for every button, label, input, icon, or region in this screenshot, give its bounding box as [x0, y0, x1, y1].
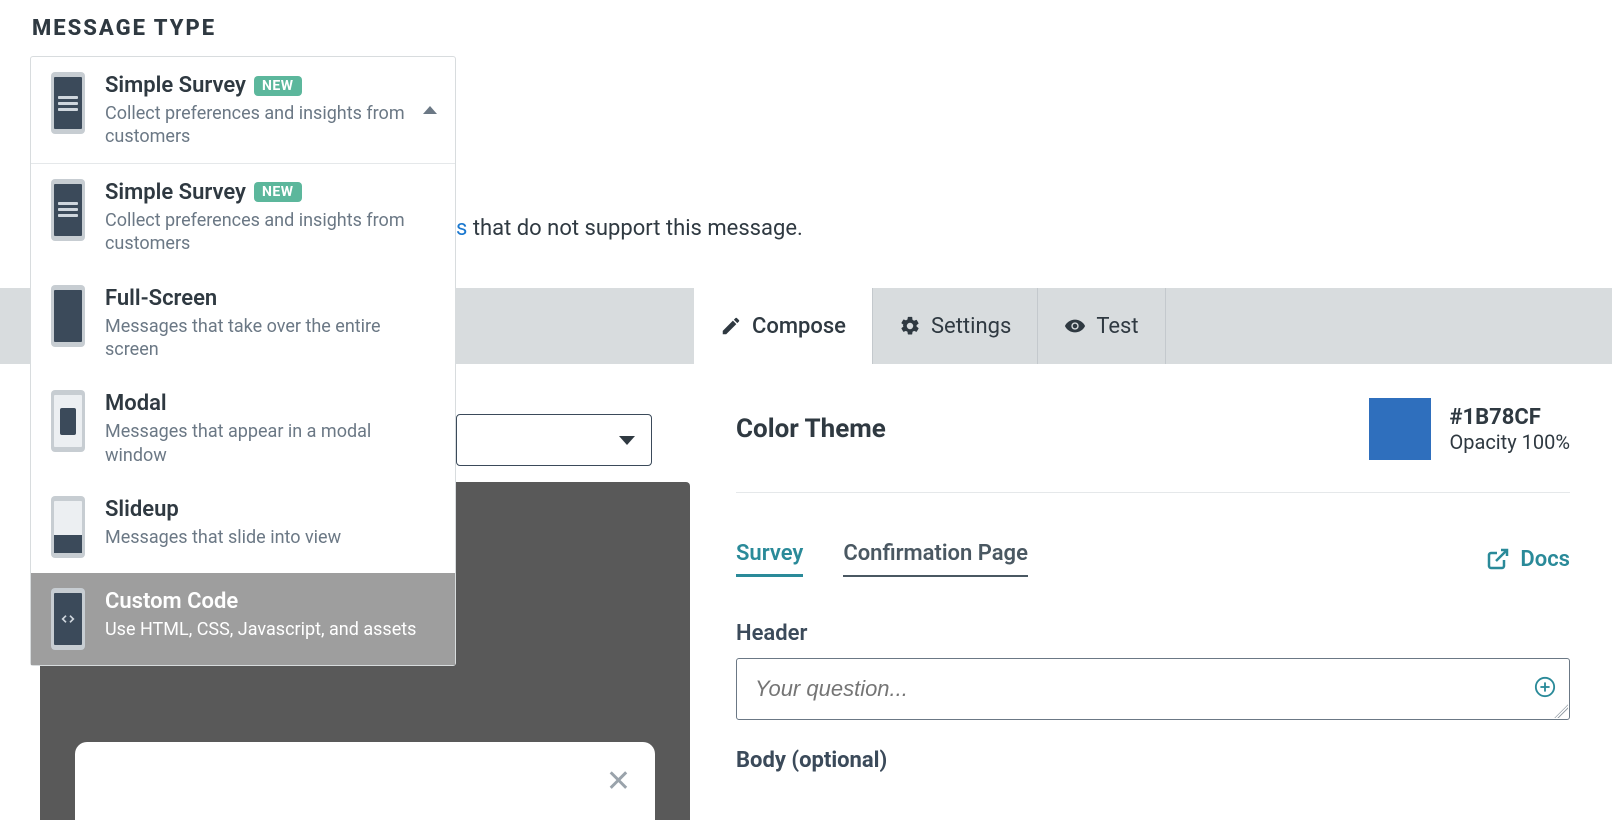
editor-tabs: Compose Settings Test: [694, 288, 1612, 364]
option-desc: Messages that slide into view: [105, 526, 405, 549]
option-title: Custom Code: [105, 589, 238, 614]
option-desc: Messages that take over the entire scree…: [105, 315, 405, 362]
option-title: Full-Screen: [105, 286, 217, 311]
subtab-survey[interactable]: Survey: [736, 541, 803, 577]
option-full-screen[interactable]: Full-Screen Messages that take over the …: [31, 270, 455, 376]
option-title: Slideup: [105, 497, 179, 522]
platforms-link-fragment[interactable]: s: [456, 216, 467, 241]
eye-icon: [1064, 315, 1086, 337]
selected-desc: Collect preferences and insights from cu…: [105, 102, 405, 149]
tab-label: Settings: [931, 314, 1011, 339]
docs-label: Docs: [1520, 547, 1570, 572]
selected-title: Simple Survey: [105, 73, 246, 98]
option-modal[interactable]: Modal Messages that appear in a modal wi…: [31, 375, 455, 481]
color-hex: #1B78CF: [1449, 405, 1570, 430]
tab-label: Compose: [752, 314, 846, 339]
modal-preview-icon: [49, 389, 87, 453]
body-field-label: Body (optional): [736, 748, 1570, 773]
new-badge: NEW: [254, 76, 302, 96]
resize-grip-icon[interactable]: [1554, 704, 1568, 718]
option-slideup[interactable]: Slideup Messages that slide into view: [31, 481, 455, 573]
gear-icon: [899, 315, 921, 337]
docs-link[interactable]: Docs: [1486, 547, 1570, 572]
survey-preview-icon: [49, 71, 87, 135]
color-theme-row: Color Theme #1B78CF Opacity 100%: [736, 398, 1570, 493]
option-title: Simple Survey: [105, 180, 246, 205]
option-desc: Use HTML, CSS, Javascript, and assets: [105, 618, 437, 641]
survey-preview-icon: [49, 178, 87, 242]
header-field-label: Header: [736, 621, 1570, 646]
editor-panel: Compose Settings Test Color Theme #1B78C…: [694, 288, 1612, 820]
pencil-icon: [720, 315, 742, 337]
tab-label: Test: [1096, 314, 1138, 339]
message-type-label: MESSAGE TYPE: [32, 16, 216, 41]
chevron-up-icon: [423, 106, 437, 114]
new-badge: NEW: [254, 182, 302, 202]
color-theme-title: Color Theme: [736, 414, 886, 444]
code-preview-icon: [49, 587, 87, 651]
option-title: Modal: [105, 391, 167, 416]
plus-circle-icon[interactable]: [1534, 676, 1556, 702]
slideup-preview-icon: [49, 495, 87, 559]
tab-compose[interactable]: Compose: [694, 288, 873, 364]
warning-text: s that do not support this message.: [456, 216, 803, 241]
header-input[interactable]: [736, 658, 1570, 720]
option-desc: Messages that appear in a modal window: [105, 420, 405, 467]
tab-settings[interactable]: Settings: [873, 288, 1038, 364]
tab-test[interactable]: Test: [1038, 288, 1165, 364]
option-simple-survey[interactable]: Simple Survey NEW Collect preferences an…: [31, 164, 455, 270]
option-custom-code[interactable]: Custom Code Use HTML, CSS, Javascript, a…: [31, 573, 455, 665]
close-icon[interactable]: ✕: [606, 764, 631, 799]
fullscreen-preview-icon: [49, 284, 87, 348]
chevron-down-icon: [619, 436, 635, 445]
external-link-icon: [1486, 547, 1510, 571]
message-type-dropdown[interactable]: Simple Survey NEW Collect preferences an…: [30, 56, 456, 666]
option-desc: Collect preferences and insights from cu…: [105, 209, 405, 256]
message-type-selected[interactable]: Simple Survey NEW Collect preferences an…: [31, 57, 455, 163]
color-opacity: Opacity 100%: [1449, 430, 1570, 454]
preview-device-select[interactable]: [456, 414, 652, 466]
color-swatch[interactable]: [1369, 398, 1431, 460]
subtab-confirmation[interactable]: Confirmation Page: [843, 541, 1028, 577]
preview-phone-frame: ✕: [75, 742, 655, 820]
